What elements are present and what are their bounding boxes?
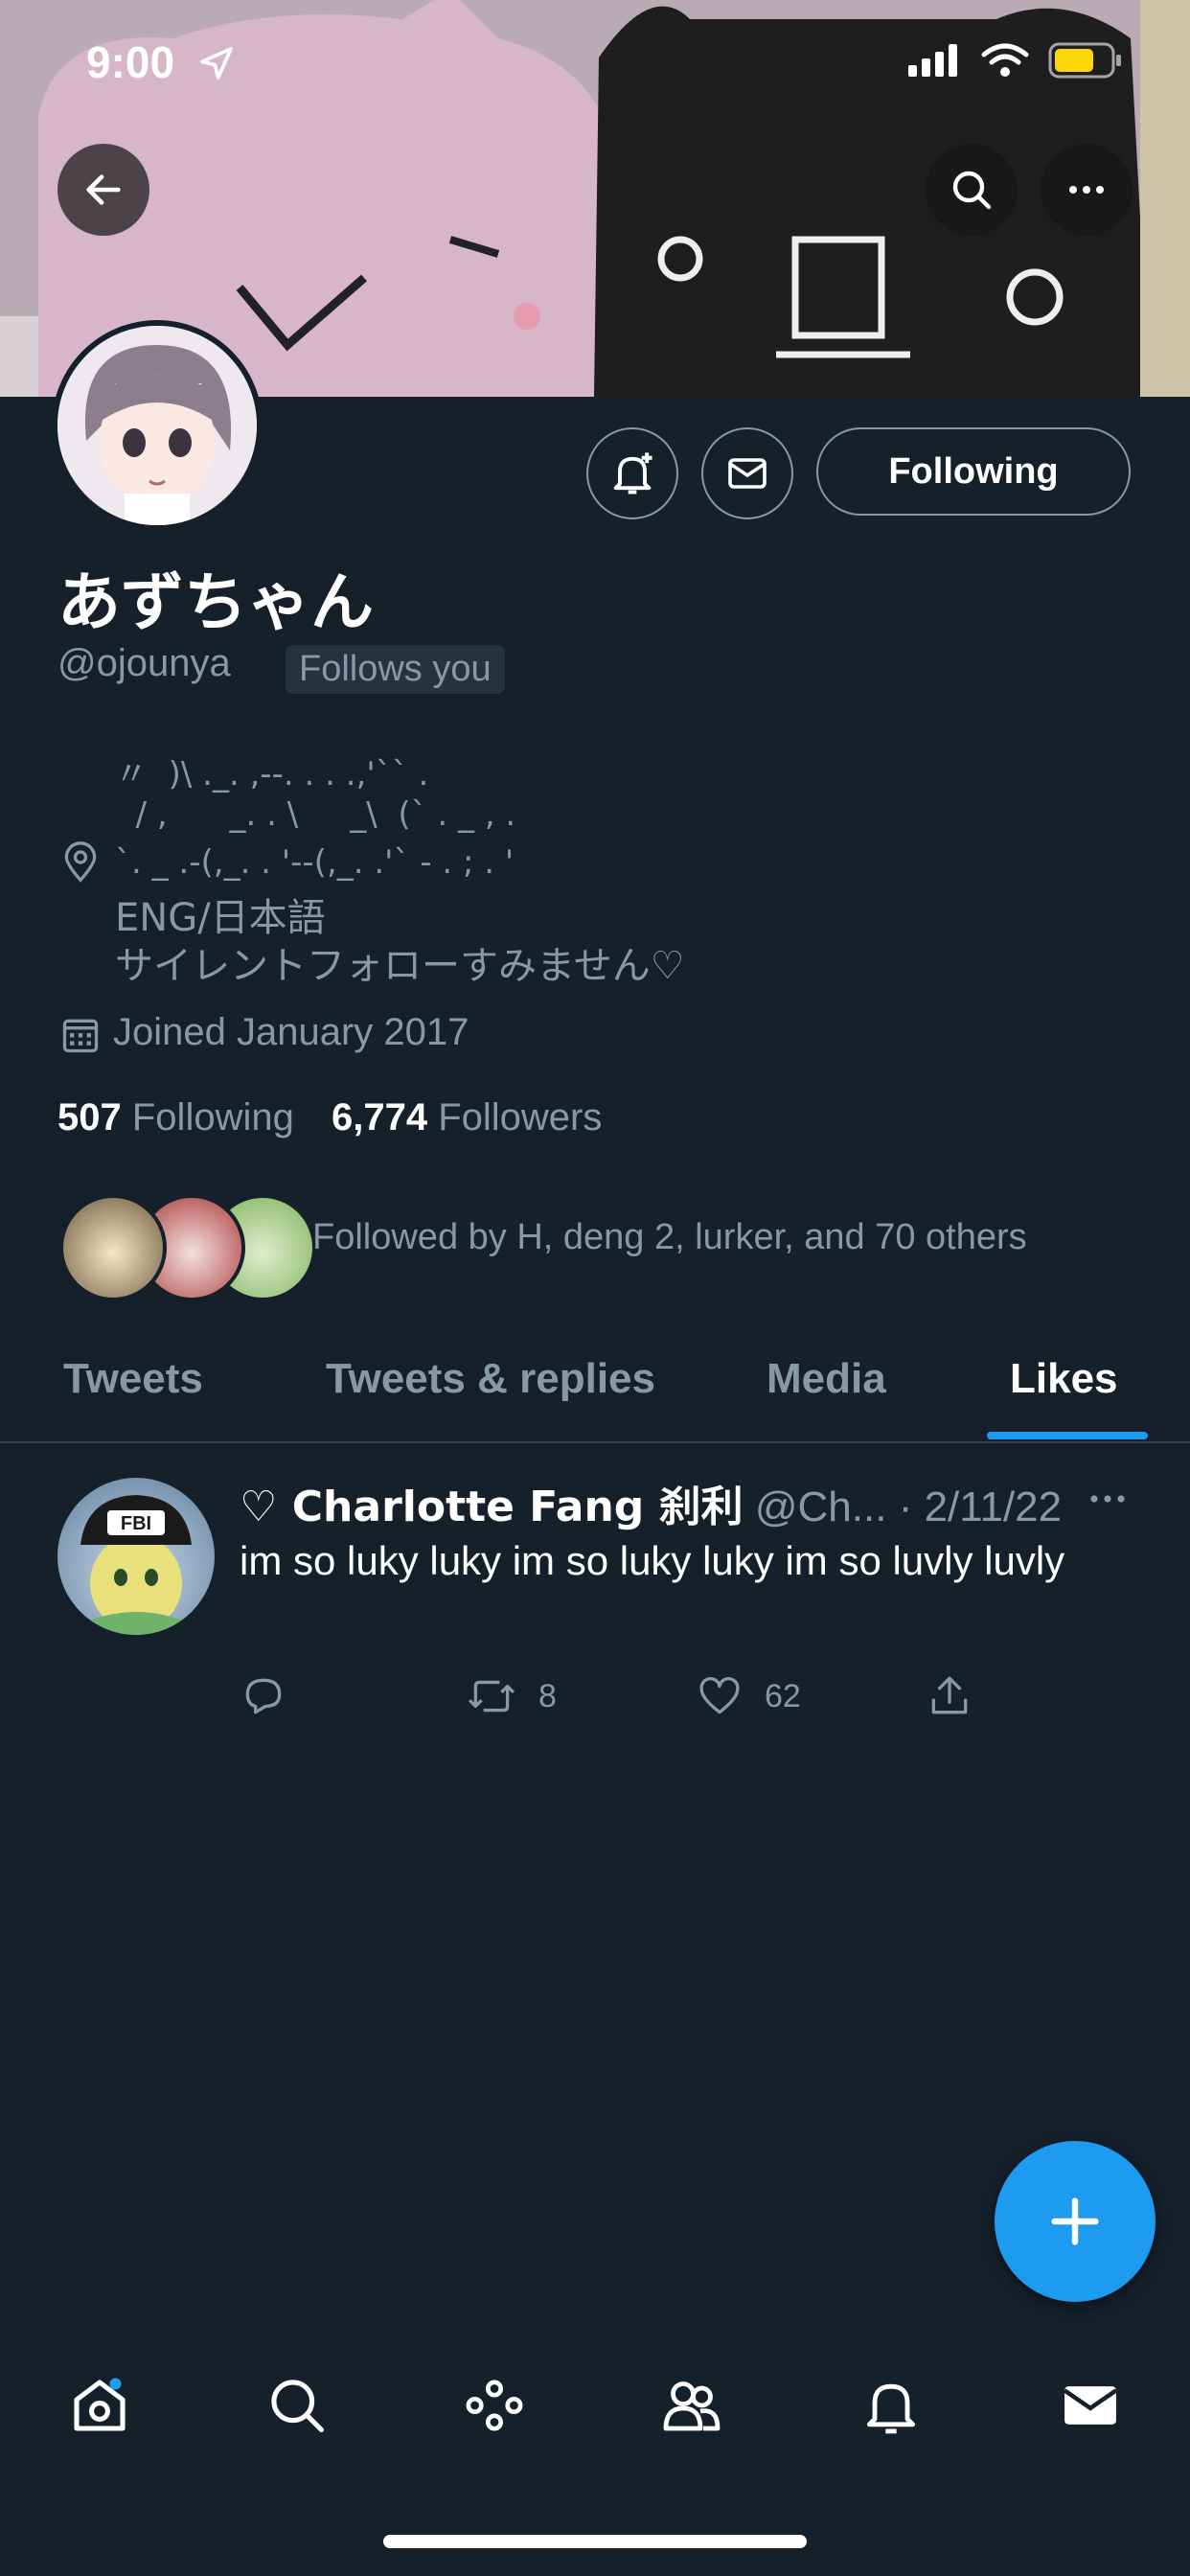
tab-likes[interactable]: Likes xyxy=(1010,1355,1118,1403)
share-icon xyxy=(931,1676,968,1714)
followers-link[interactable]: 6,774 Followers xyxy=(332,1096,602,1138)
spaces-icon xyxy=(466,2380,523,2431)
following-label: Following xyxy=(131,1096,294,1138)
bio-line-5: サイレントフォローすみません♡ xyxy=(115,944,685,988)
follow-stats: 507 Following 6,774 Followers xyxy=(57,1096,602,1139)
tab-tweets[interactable]: Tweets xyxy=(63,1355,203,1403)
bio-line-1: 〃 )\ ._. ,--. . . .,'`` . xyxy=(115,755,429,794)
joined-date: Joined January 2017 xyxy=(113,1011,469,1053)
reply-icon xyxy=(245,1678,282,1714)
tab-media[interactable]: Media xyxy=(767,1355,886,1403)
tab-tweets-replies[interactable]: Tweets & replies xyxy=(326,1355,655,1403)
nav-communities[interactable] xyxy=(653,2367,730,2444)
nav-notifications[interactable] xyxy=(853,2367,929,2444)
following-link[interactable]: 507 Following xyxy=(57,1096,294,1138)
avatar-badge: FBI xyxy=(121,1513,151,1534)
compose-tweet-button[interactable] xyxy=(995,2141,1156,2302)
battery-icon xyxy=(1048,42,1121,79)
wifi-icon xyxy=(981,43,1029,77)
compose-plus-icon xyxy=(1051,2197,1099,2245)
like-count: 62 xyxy=(765,1677,801,1714)
like-button[interactable]: 62 xyxy=(696,1672,801,1720)
cellular-signal-icon xyxy=(908,44,957,77)
explore-icon xyxy=(271,2380,325,2433)
following-count: 507 xyxy=(57,1096,122,1138)
bio-line-2: / , _. . \ _\ (` . _ , . xyxy=(115,795,516,834)
tabs-divider xyxy=(0,1441,1190,1443)
bio-line-3: `. _ .-(,_. . '--(,_. .'` - . ; . ' xyxy=(115,843,515,882)
tweet-date: 2/11/22 xyxy=(924,1484,1063,1530)
nav-search[interactable] xyxy=(259,2367,335,2444)
home-icon xyxy=(74,2378,126,2431)
back-button[interactable] xyxy=(57,144,149,236)
location-icon xyxy=(59,841,102,888)
profile-handle: @ojounya xyxy=(57,642,231,684)
calendar-icon xyxy=(59,1014,102,1061)
messages-icon xyxy=(1063,2386,1118,2425)
profile-avatar[interactable] xyxy=(52,320,263,531)
tweet-text: im so luky luky im so luky luky im so lu… xyxy=(240,1538,1065,1583)
followers-label: Followers xyxy=(438,1096,603,1138)
like-icon xyxy=(699,1677,740,1714)
share-button[interactable] xyxy=(926,1672,973,1720)
more-icon xyxy=(1069,186,1104,194)
notifications-icon xyxy=(866,2383,916,2434)
search-icon xyxy=(952,171,992,210)
status-icons xyxy=(908,42,1123,79)
nav-home[interactable] xyxy=(61,2367,138,2444)
notification-bell-icon xyxy=(613,452,652,494)
retweet-button[interactable]: 8 xyxy=(466,1672,557,1720)
retweet-icon xyxy=(468,1680,515,1713)
display-name: あずちゃん xyxy=(57,565,374,639)
search-button[interactable] xyxy=(926,144,1018,236)
mail-icon xyxy=(728,458,767,489)
follower-avatar-1 xyxy=(59,1194,167,1301)
tweet-more-button[interactable] xyxy=(1085,1476,1131,1527)
back-arrow-icon xyxy=(86,174,121,205)
home-indicator[interactable] xyxy=(383,2535,807,2548)
more-button[interactable] xyxy=(1041,144,1133,236)
location-arrow-icon xyxy=(197,44,236,87)
tweet-separator: · xyxy=(898,1484,913,1530)
retweet-count: 8 xyxy=(538,1677,557,1714)
nav-messages[interactable] xyxy=(1052,2367,1129,2444)
nav-spaces[interactable] xyxy=(456,2367,533,2444)
followers-count: 6,774 xyxy=(331,1096,428,1138)
notifications-button[interactable] xyxy=(586,427,678,519)
reply-button[interactable] xyxy=(240,1672,287,1720)
tweet-author-avatar[interactable]: FBI xyxy=(57,1478,215,1635)
status-time: 9:00 xyxy=(86,37,175,87)
follows-you-badge: Follows you xyxy=(286,645,505,694)
tweet-author-name[interactable]: ♡ Charlotte Fang 刹利 xyxy=(240,1483,744,1531)
message-button[interactable] xyxy=(701,427,793,519)
tweet-header: ♡ Charlotte Fang 刹利 @Ch... · 2/11/22 xyxy=(240,1472,1062,1533)
active-tab-indicator xyxy=(987,1432,1148,1439)
tweet-author-handle: @Ch... xyxy=(754,1484,887,1530)
communities-icon xyxy=(663,2381,721,2431)
followed-by-text[interactable]: Followed by H, deng 2, lurker, and 70 ot… xyxy=(312,1217,1027,1258)
more-icon xyxy=(1090,1495,1125,1503)
following-button[interactable]: Following xyxy=(816,427,1131,516)
